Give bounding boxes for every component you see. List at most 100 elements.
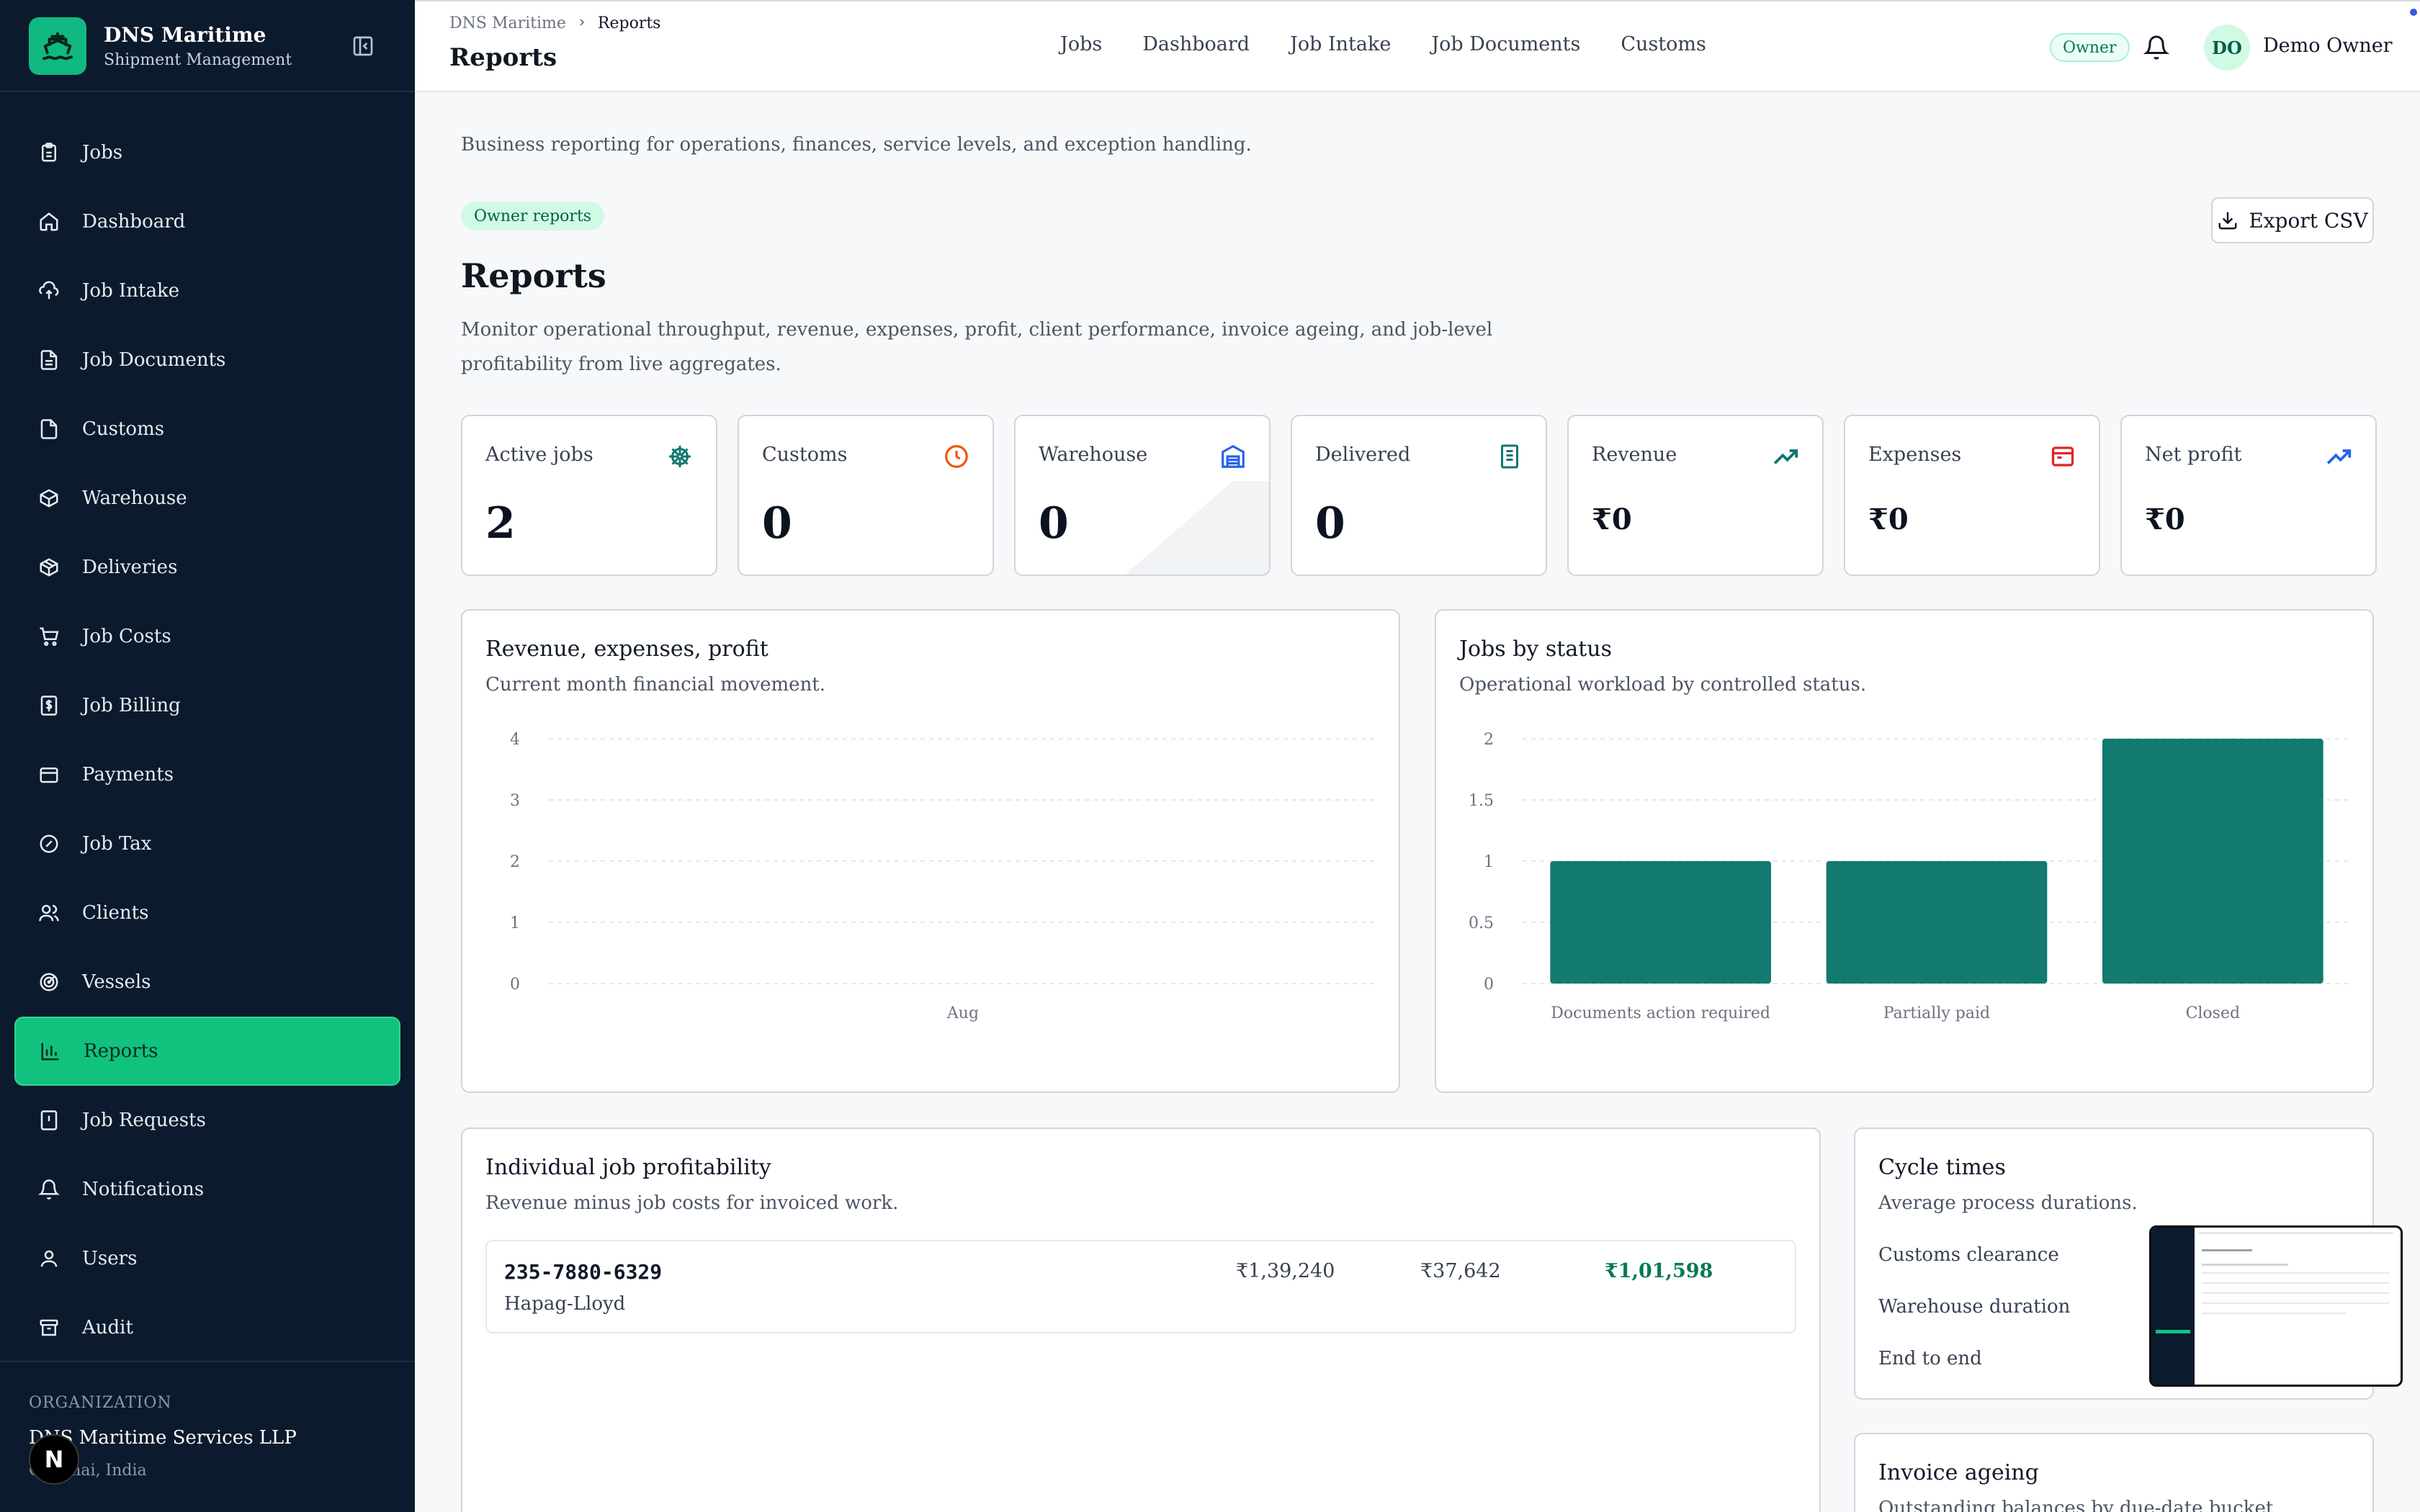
y-tick-label: 0 (510, 976, 520, 994)
topnav-job-intake[interactable]: Job Intake (1290, 33, 1391, 55)
sidebar-item-label: Warehouse (82, 487, 187, 509)
y-tick-label: 1 (1484, 853, 1494, 871)
cloud-upload-icon (36, 278, 62, 304)
sidebar-item-label: Job Costs (82, 626, 171, 647)
sidebar-item-audit[interactable]: Audit (14, 1293, 400, 1362)
cycle-item-warehouse-duration: Warehouse duration (1878, 1296, 2071, 1318)
job-profit: ₹1,01,598 (1605, 1260, 1713, 1282)
sidebar-item-reports[interactable]: Reports (14, 1017, 400, 1086)
sidebar-item-warehouse[interactable]: Warehouse (14, 464, 400, 533)
kpi-label: Active jobs (485, 444, 593, 466)
notification-bell-icon[interactable] (2141, 32, 2172, 63)
role-badge: Owner (2050, 33, 2130, 62)
card-title: Invoice ageing (1878, 1460, 2039, 1485)
owner-reports-badge: Owner reports (461, 202, 605, 230)
sidebar-item-jobs[interactable]: Jobs (14, 118, 400, 187)
sidebar-item-job-requests[interactable]: Job Requests (14, 1086, 400, 1155)
finance-chart: 0 1 2 3 4 Aug (510, 731, 1377, 1022)
y-tick-label: 3 (510, 792, 520, 810)
user-name[interactable]: Demo Owner (2263, 35, 2393, 57)
topnav-job-documents[interactable]: Job Documents (1431, 33, 1580, 55)
card-subtitle: Current month financial movement. (485, 674, 826, 696)
status-chart-card: Jobs by status Operational workload by c… (1435, 609, 2374, 1093)
sidebar-item-vessels[interactable]: Vessels (14, 948, 400, 1017)
table-row[interactable]: 235-7880-6329 Hapag-Lloyd ₹1,39,240 ₹37,… (485, 1240, 1796, 1333)
screenshot-thumbnail[interactable] (2149, 1225, 2403, 1387)
sidebar-item-dashboard[interactable]: Dashboard (14, 187, 400, 256)
sidebar-item-clients[interactable]: Clients (14, 878, 400, 948)
sidebar-collapse-icon[interactable] (349, 32, 377, 60)
document-icon (36, 416, 62, 442)
finance-chart-card: Revenue, expenses, profit Current month … (461, 609, 1400, 1093)
sidebar-item-payments[interactable]: Payments (14, 740, 400, 809)
kpi-revenue: Revenue ₹0 (1567, 415, 1824, 576)
breadcrumb-root[interactable]: DNS Maritime (449, 14, 566, 32)
job-cost: ₹37,642 (1420, 1260, 1501, 1282)
kpi-warehouse: Warehouse 0 (1014, 415, 1270, 576)
topnav-customs[interactable]: Customs (1621, 33, 1706, 55)
kpi-active-jobs: Active jobs 2 (461, 415, 717, 576)
card-title: Jobs by status (1459, 636, 1613, 662)
bar-chart-icon (37, 1038, 63, 1064)
sidebar-item-label: Notifications (82, 1179, 205, 1200)
sidebar-item-notifications[interactable]: Notifications (14, 1155, 400, 1224)
topnav-dashboard[interactable]: Dashboard (1142, 33, 1250, 55)
user-icon (36, 1246, 62, 1272)
job-number[interactable]: 235-7880-6329 (504, 1260, 662, 1284)
sidebar-item-job-costs[interactable]: Job Costs (14, 602, 400, 671)
job-revenue: ₹1,39,240 (1236, 1260, 1335, 1282)
sidebar-item-label: Jobs (82, 142, 123, 163)
sidebar-item-job-intake[interactable]: Job Intake (14, 256, 400, 325)
wallet-icon (36, 762, 62, 788)
package-icon (36, 554, 62, 580)
alert-file-icon (36, 1107, 62, 1133)
kpi-label: Net profit (2145, 444, 2242, 466)
card-subtitle: Operational workload by controlled statu… (1459, 674, 1867, 696)
client-name: Hapag-Lloyd (504, 1293, 626, 1315)
sidebar-item-label: Payments (82, 764, 174, 786)
thumbnail-preview-image (2151, 1228, 2401, 1385)
breadcrumb-current: Reports (597, 14, 661, 32)
sidebar-nav: Jobs Dashboard Job Intake Job Documents … (14, 118, 400, 1362)
sidebar-item-label: Job Intake (82, 280, 180, 302)
kpi-net-profit: Net profit ₹0 (2120, 415, 2377, 576)
sidebar-item-job-documents[interactable]: Job Documents (14, 325, 400, 395)
radar-icon (36, 969, 62, 995)
receipt-icon (1495, 442, 1524, 471)
status-dot (2410, 9, 2417, 16)
kpi-expenses: Expenses ₹0 (1844, 415, 2100, 576)
page-subtitle: Monitor operational throughput, revenue,… (461, 319, 1493, 375)
card-decoration (1125, 481, 1269, 575)
sidebar-item-label: Job Requests (82, 1110, 206, 1131)
cycle-item-customs-clearance: Customs clearance (1878, 1244, 2059, 1266)
x-tick-label: Aug (946, 1004, 979, 1022)
x-tick-label: Partially paid (1883, 1004, 1990, 1022)
brand[interactable]: DNS Maritime Shipment Management (29, 17, 292, 75)
sidebar-item-label: Clients (82, 902, 149, 924)
org-label: ORGANIZATION (29, 1394, 172, 1412)
topnav-jobs[interactable]: Jobs (1060, 33, 1102, 55)
profitability-card: Individual job profitability Revenue min… (461, 1128, 1821, 1512)
sidebar-item-users[interactable]: Users (14, 1224, 400, 1293)
status-chart: 0 0.5 1 1.5 2 Documents action required Partia… (1469, 731, 2351, 1022)
y-tick-label: 1 (510, 914, 520, 932)
brand-name: DNS Maritime (104, 23, 266, 47)
avatar[interactable]: DO (2204, 24, 2250, 71)
ship-logo-icon (29, 17, 86, 75)
card-subtitle: Revenue minus job costs for invoiced wor… (485, 1192, 899, 1214)
n-logo-icon[interactable]: N (29, 1434, 79, 1485)
sidebar-item-label: Customs (82, 418, 165, 440)
bar (1826, 861, 2048, 984)
sidebar-item-customs[interactable]: Customs (14, 395, 400, 464)
sidebar-item-job-tax[interactable]: Job Tax (14, 809, 400, 878)
wallet-red-icon (2048, 442, 2077, 471)
header-page-title: Reports (449, 43, 557, 72)
sidebar-item-deliveries[interactable]: Deliveries (14, 533, 400, 602)
kpi-value: ₹0 (2145, 503, 2185, 536)
home-icon (36, 209, 62, 235)
card-title: Cycle times (1878, 1155, 2006, 1180)
sidebar-item-job-billing[interactable]: Job Billing (14, 671, 400, 740)
kpi-customs: Customs 0 (738, 415, 994, 576)
export-csv-button[interactable]: Export CSV (2211, 197, 2374, 243)
cart-icon (36, 624, 62, 649)
